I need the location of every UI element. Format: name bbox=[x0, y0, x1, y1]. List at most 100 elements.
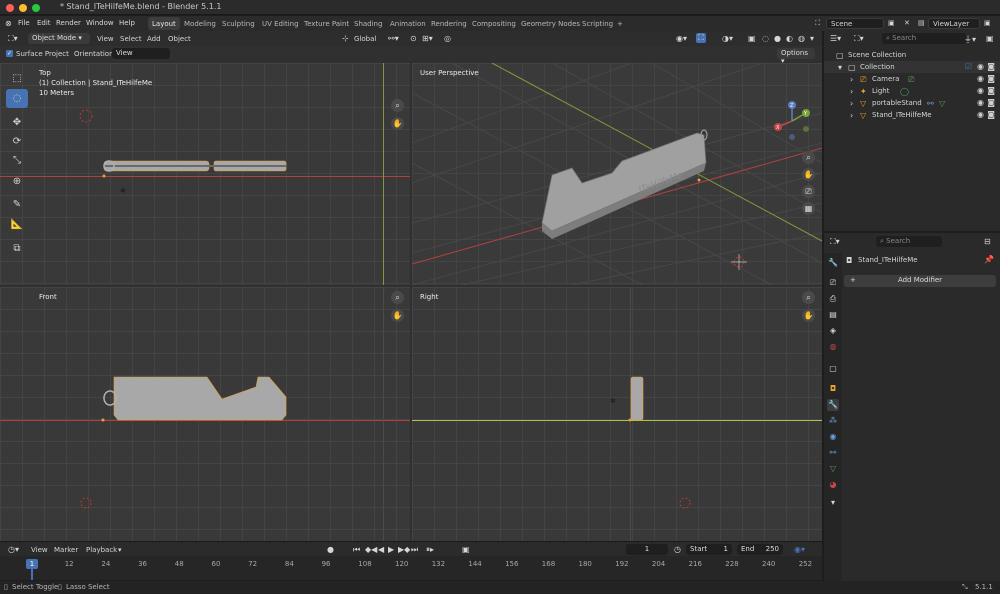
mode-selector[interactable]: Object Mode ▾ bbox=[28, 33, 90, 44]
camera-render-icon[interactable]: ◙ bbox=[987, 62, 995, 71]
timeline-menu-view[interactable]: View bbox=[31, 546, 48, 554]
top-view-mesh[interactable]: ✱ bbox=[0, 63, 410, 285]
outliner-collection[interactable]: ▾ ▢ Collection ☑ ◉ ◙ bbox=[824, 61, 1000, 73]
properties-editor-icon[interactable]: ⛶▾ bbox=[830, 237, 840, 247]
visibility-icon[interactable]: ◉▾ bbox=[676, 34, 687, 43]
object-tab-icon[interactable]: ◘ bbox=[827, 383, 839, 395]
camera-render-icon[interactable]: ◙ bbox=[987, 110, 995, 119]
scene-selector[interactable]: Scene bbox=[826, 18, 884, 29]
view-layer-selector[interactable]: ViewLayer bbox=[928, 18, 980, 29]
pan-hand-icon[interactable]: ✋ bbox=[391, 309, 404, 322]
outliner-editor-icon[interactable]: ☰▾ bbox=[830, 34, 841, 43]
timeline-menu-playback[interactable]: Playback bbox=[86, 546, 117, 554]
select-lasso-icon[interactable]: ◌ bbox=[6, 89, 28, 108]
orientation-selector[interactable]: View bbox=[112, 48, 170, 59]
play-icon[interactable]: ▶ bbox=[388, 545, 394, 554]
tab-compositing[interactable]: Compositing bbox=[468, 17, 520, 30]
tab-uv-editing[interactable]: UV Editing bbox=[258, 17, 303, 30]
expand-arrow-icon[interactable]: › bbox=[850, 75, 853, 84]
display-mode-icon[interactable]: ⛶▾ bbox=[854, 34, 864, 44]
snap-target-icon[interactable]: ⊞▾ bbox=[422, 34, 433, 43]
collection-checkbox-icon[interactable]: ☑ bbox=[965, 62, 972, 71]
menu-render[interactable]: Render bbox=[56, 19, 81, 27]
menu-window[interactable]: Window bbox=[86, 19, 114, 27]
playback-dropdown-icon[interactable]: ▾ bbox=[118, 546, 122, 554]
move-icon[interactable]: ✥ bbox=[6, 113, 28, 132]
transform-orientation-selector[interactable]: Global bbox=[354, 35, 376, 43]
keying-icon[interactable]: ⏸▸ bbox=[426, 545, 434, 555]
tab-scripting[interactable]: Scripting bbox=[578, 17, 617, 30]
new-scene-icon[interactable]: ▣ bbox=[888, 19, 895, 27]
menu-select[interactable]: Select bbox=[120, 35, 142, 43]
view-layer-icon[interactable]: ▤ bbox=[918, 19, 925, 27]
viewport-right[interactable]: Right ✱ ⌕ ✋ bbox=[412, 287, 822, 541]
viewport-front[interactable]: Front ⌕ ✋ bbox=[0, 287, 410, 541]
properties-options-icon[interactable]: ⊟ bbox=[984, 237, 991, 246]
scene-icon[interactable]: ⛶ bbox=[815, 19, 820, 28]
camera-render-icon[interactable]: ◙ bbox=[987, 98, 995, 107]
expand-arrow-icon[interactable]: ▾ bbox=[838, 63, 842, 72]
snap-icon[interactable]: ⊙ bbox=[410, 34, 417, 43]
tool-tab-icon[interactable]: 🔧 bbox=[827, 257, 839, 269]
expand-arrow-icon[interactable]: › bbox=[850, 87, 853, 96]
expand-arrow-icon[interactable]: › bbox=[850, 111, 853, 120]
transform-icon[interactable]: ⊕ bbox=[6, 172, 28, 191]
outliner-item-stand-itehilfeme[interactable]: › ▽ Stand_ITeHilfeMe ◉ ◙ bbox=[824, 109, 1000, 121]
pan-hand-icon[interactable]: ✋ bbox=[802, 309, 815, 322]
eye-icon[interactable]: ◉ bbox=[977, 62, 984, 71]
clock-editor-icon[interactable]: ◷▾ bbox=[8, 545, 19, 554]
shading-options-icon[interactable]: ▾ bbox=[810, 34, 814, 43]
eye-icon[interactable]: ◉ bbox=[977, 74, 984, 83]
data-tab-icon[interactable]: ▽ bbox=[827, 463, 839, 475]
start-frame-field[interactable]: Start 1 bbox=[686, 544, 732, 555]
tab-shading[interactable]: Shading bbox=[350, 17, 386, 30]
add-workspace-button[interactable]: + bbox=[613, 17, 627, 30]
outliner-scene-collection[interactable]: ▢ Scene Collection bbox=[824, 49, 1000, 61]
scene-tab-icon[interactable]: ◈ bbox=[827, 325, 839, 337]
annotate-icon[interactable]: ✎ bbox=[6, 195, 28, 214]
timeline-scrubber[interactable]: 1 12 24 36 48 60 72 84 96 108 120 132 144 156 168 180 19… bbox=[0, 556, 822, 580]
tab-geometry-nodes[interactable]: Geometry Nodes bbox=[517, 17, 584, 30]
end-frame-field[interactable]: End 250 bbox=[737, 544, 783, 555]
auto-keying-icon[interactable]: ▣ bbox=[462, 545, 470, 554]
select-box-icon[interactable]: ⬚ bbox=[6, 69, 28, 88]
ortho-toggle-icon[interactable]: ▦ bbox=[802, 202, 815, 215]
pan-hand-icon[interactable]: ✋ bbox=[391, 117, 404, 130]
viewport-perspective[interactable]: ITeHilfeMe User Perspective Z X Y ⌕ ✋ ⎚ … bbox=[412, 63, 822, 285]
jump-start-icon[interactable]: ⏮ bbox=[353, 545, 360, 555]
zoom-icon[interactable]: ⌕ bbox=[391, 291, 404, 304]
prev-keyframe-icon[interactable]: ◆◀ bbox=[365, 545, 377, 554]
pivot-point-icon[interactable]: ⚯▾ bbox=[388, 34, 399, 43]
rotate-icon[interactable]: ⟳ bbox=[6, 132, 28, 151]
editor-type-icon[interactable]: ⛶▾ bbox=[8, 34, 18, 44]
material-shading-icon[interactable]: ◐ bbox=[786, 34, 793, 43]
tab-animation[interactable]: Animation bbox=[386, 17, 430, 30]
constraints-tab-icon[interactable]: ⚯ bbox=[827, 447, 839, 459]
perspective-view-scene[interactable]: ITeHilfeMe bbox=[412, 63, 822, 285]
play-reverse-icon[interactable]: ◀ bbox=[378, 545, 384, 554]
menu-file[interactable]: File bbox=[18, 19, 30, 27]
tab-texture-paint[interactable]: Texture Paint bbox=[300, 17, 353, 30]
overlays-icon[interactable]: ◑▾ bbox=[722, 34, 733, 43]
material-tab-icon[interactable]: ◕ bbox=[827, 479, 839, 491]
blender-logo-icon[interactable]: ⊗ bbox=[5, 19, 12, 28]
particles-tab-icon[interactable]: ⁂ bbox=[827, 415, 839, 427]
outliner-search-input[interactable]: ⌕ Search bbox=[882, 33, 966, 44]
eye-icon[interactable]: ◉ bbox=[977, 110, 984, 119]
menu-help[interactable]: Help bbox=[119, 19, 135, 27]
zoom-icon[interactable]: ⌕ bbox=[391, 99, 404, 112]
close-window-button[interactable] bbox=[6, 4, 14, 12]
add-cube-icon[interactable]: ⧉ bbox=[6, 239, 28, 258]
viewport-top[interactable]: Top (1) Collection | Stand_ITeHilfeMe 10… bbox=[0, 63, 410, 285]
next-keyframe-icon[interactable]: ▶◆ bbox=[398, 545, 410, 554]
new-view-layer-icon[interactable]: ▣ bbox=[984, 19, 991, 27]
xray-icon[interactable]: ▣ bbox=[748, 34, 756, 43]
pin-icon[interactable]: 📌 bbox=[984, 255, 994, 264]
properties-search-input[interactable]: ⌕ Search bbox=[876, 236, 942, 247]
camera-render-icon[interactable]: ◙ bbox=[987, 74, 995, 83]
record-icon[interactable]: ● bbox=[327, 545, 334, 554]
modifier-tab-icon[interactable]: 🔧 bbox=[827, 399, 839, 411]
render-tab-icon[interactable]: ⎚ bbox=[827, 277, 839, 289]
tab-sculpting[interactable]: Sculpting bbox=[218, 17, 259, 30]
zoom-icon[interactable]: ⌕ bbox=[802, 291, 815, 304]
